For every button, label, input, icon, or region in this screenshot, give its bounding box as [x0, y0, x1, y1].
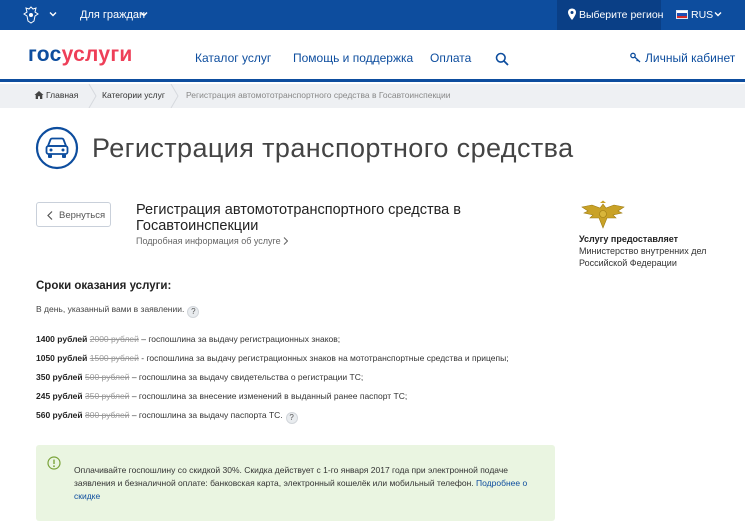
search-icon[interactable] — [495, 52, 509, 66]
fee-description: – госпошлина за выдачу свидетельства о р… — [131, 372, 364, 382]
breadcrumb-separator — [170, 84, 179, 108]
fee-price: 1050 рублей — [36, 353, 88, 363]
fee-old-price: 800 рублей — [85, 410, 130, 420]
fee-description: – госпошлина за внесение изменений в выд… — [131, 391, 408, 401]
fee-price: 560 рублей — [36, 410, 83, 420]
back-button[interactable]: Вернуться — [36, 202, 111, 227]
fee-item: 1050 рублей 1500 рублей - госпошлина за … — [36, 353, 509, 363]
mvd-emblem-icon — [581, 200, 625, 229]
fee-old-price: 2000 рублей — [89, 334, 139, 344]
fee-description: – госпошлина за выдачу паспорта ТС. — [131, 410, 283, 420]
fee-item: 350 рублей 500 рублей – госпошлина за вы… — [36, 372, 363, 382]
exclamation-icon — [47, 456, 61, 470]
fee-old-price: 500 рублей — [85, 372, 130, 382]
top-bar: Для граждан Выберите регион RUS — [0, 0, 745, 30]
breadcrumb-home[interactable]: Главная — [46, 90, 78, 100]
key-icon — [630, 52, 641, 63]
nav-catalog[interactable]: Каталог услуг — [195, 51, 271, 65]
breadcrumb-separator — [88, 84, 97, 108]
chevron-left-icon — [47, 211, 53, 220]
breadcrumb-categories[interactable]: Категории услуг — [102, 90, 165, 100]
chevron-right-icon — [283, 237, 288, 245]
gosuslugi-logo[interactable]: госуслуги — [28, 43, 133, 67]
fee-price: 1400 рублей — [36, 334, 88, 344]
terms-description: В день, указанный вами в заявлении. — [36, 304, 185, 314]
terms-text: В день, указанный вами в заявлении.? — [36, 304, 200, 318]
help-badge[interactable]: ? — [285, 412, 298, 424]
home-icon[interactable] — [34, 90, 44, 100]
chevron-down-icon[interactable] — [713, 9, 723, 19]
nav-payment[interactable]: Оплата — [430, 51, 471, 65]
fee-item: 245 рублей 350 рублей – госпошлина за вн… — [36, 391, 407, 401]
discount-description: Оплачивайте госпошлину со скидкой 30%. С… — [74, 465, 508, 488]
russia-flag-icon — [676, 10, 688, 19]
coat-of-arms-icon[interactable] — [22, 6, 40, 24]
more-info-label: Подробная информация об услуге — [136, 236, 281, 246]
breadcrumb-current: Регистрация автомототранспортного средст… — [186, 90, 451, 100]
fee-description: – госпошлина за выдачу регистрационных з… — [141, 334, 341, 344]
fee-item: 1400 рублей 2000 рублей – госпошлина за … — [36, 334, 340, 344]
citizens-menu[interactable]: Для граждан — [80, 9, 145, 21]
breadcrumb: Главная Категории услуг Регистрация авто… — [0, 84, 745, 108]
back-button-label: Вернуться — [59, 209, 106, 221]
fee-description: - госпошлина за выдачу регистрационных з… — [141, 353, 509, 363]
service-name: Регистрация автомототранспортного средст… — [136, 202, 461, 234]
fee-item: 560 рублей 800 рублей – госпошлина за вы… — [36, 410, 298, 424]
main-header: госуслуги Каталог услуг Помощь и поддерж… — [0, 30, 745, 82]
discount-text: Оплачивайте госпошлину со скидкой 30%. С… — [74, 464, 529, 503]
fee-price: 350 рублей — [36, 372, 83, 382]
more-info-link[interactable]: Подробная информация об услуге — [136, 236, 288, 246]
region-label[interactable]: Выберите регион — [579, 9, 663, 21]
provider-heading: Услугу предоставляет — [579, 234, 679, 244]
provider-name: Министерство внутренних дел Российской Ф… — [579, 246, 707, 268]
fee-old-price: 350 рублей — [85, 391, 130, 401]
page-title: Регистрация транспортного средства — [92, 133, 574, 163]
fee-old-price: 1500 рублей — [89, 353, 139, 363]
location-pin-icon — [568, 8, 576, 20]
language-selector[interactable]: RUS — [691, 9, 713, 21]
chevron-down-icon[interactable] — [48, 9, 58, 19]
fee-price: 245 рублей — [36, 391, 83, 401]
nav-help[interactable]: Помощь и поддержка — [293, 51, 413, 65]
terms-heading: Сроки оказания услуги: — [36, 280, 172, 292]
chevron-down-icon[interactable] — [139, 9, 149, 19]
help-badge[interactable]: ? — [187, 306, 200, 318]
personal-cabinet-link[interactable]: Личный кабинет — [645, 51, 735, 65]
car-icon — [35, 126, 79, 170]
